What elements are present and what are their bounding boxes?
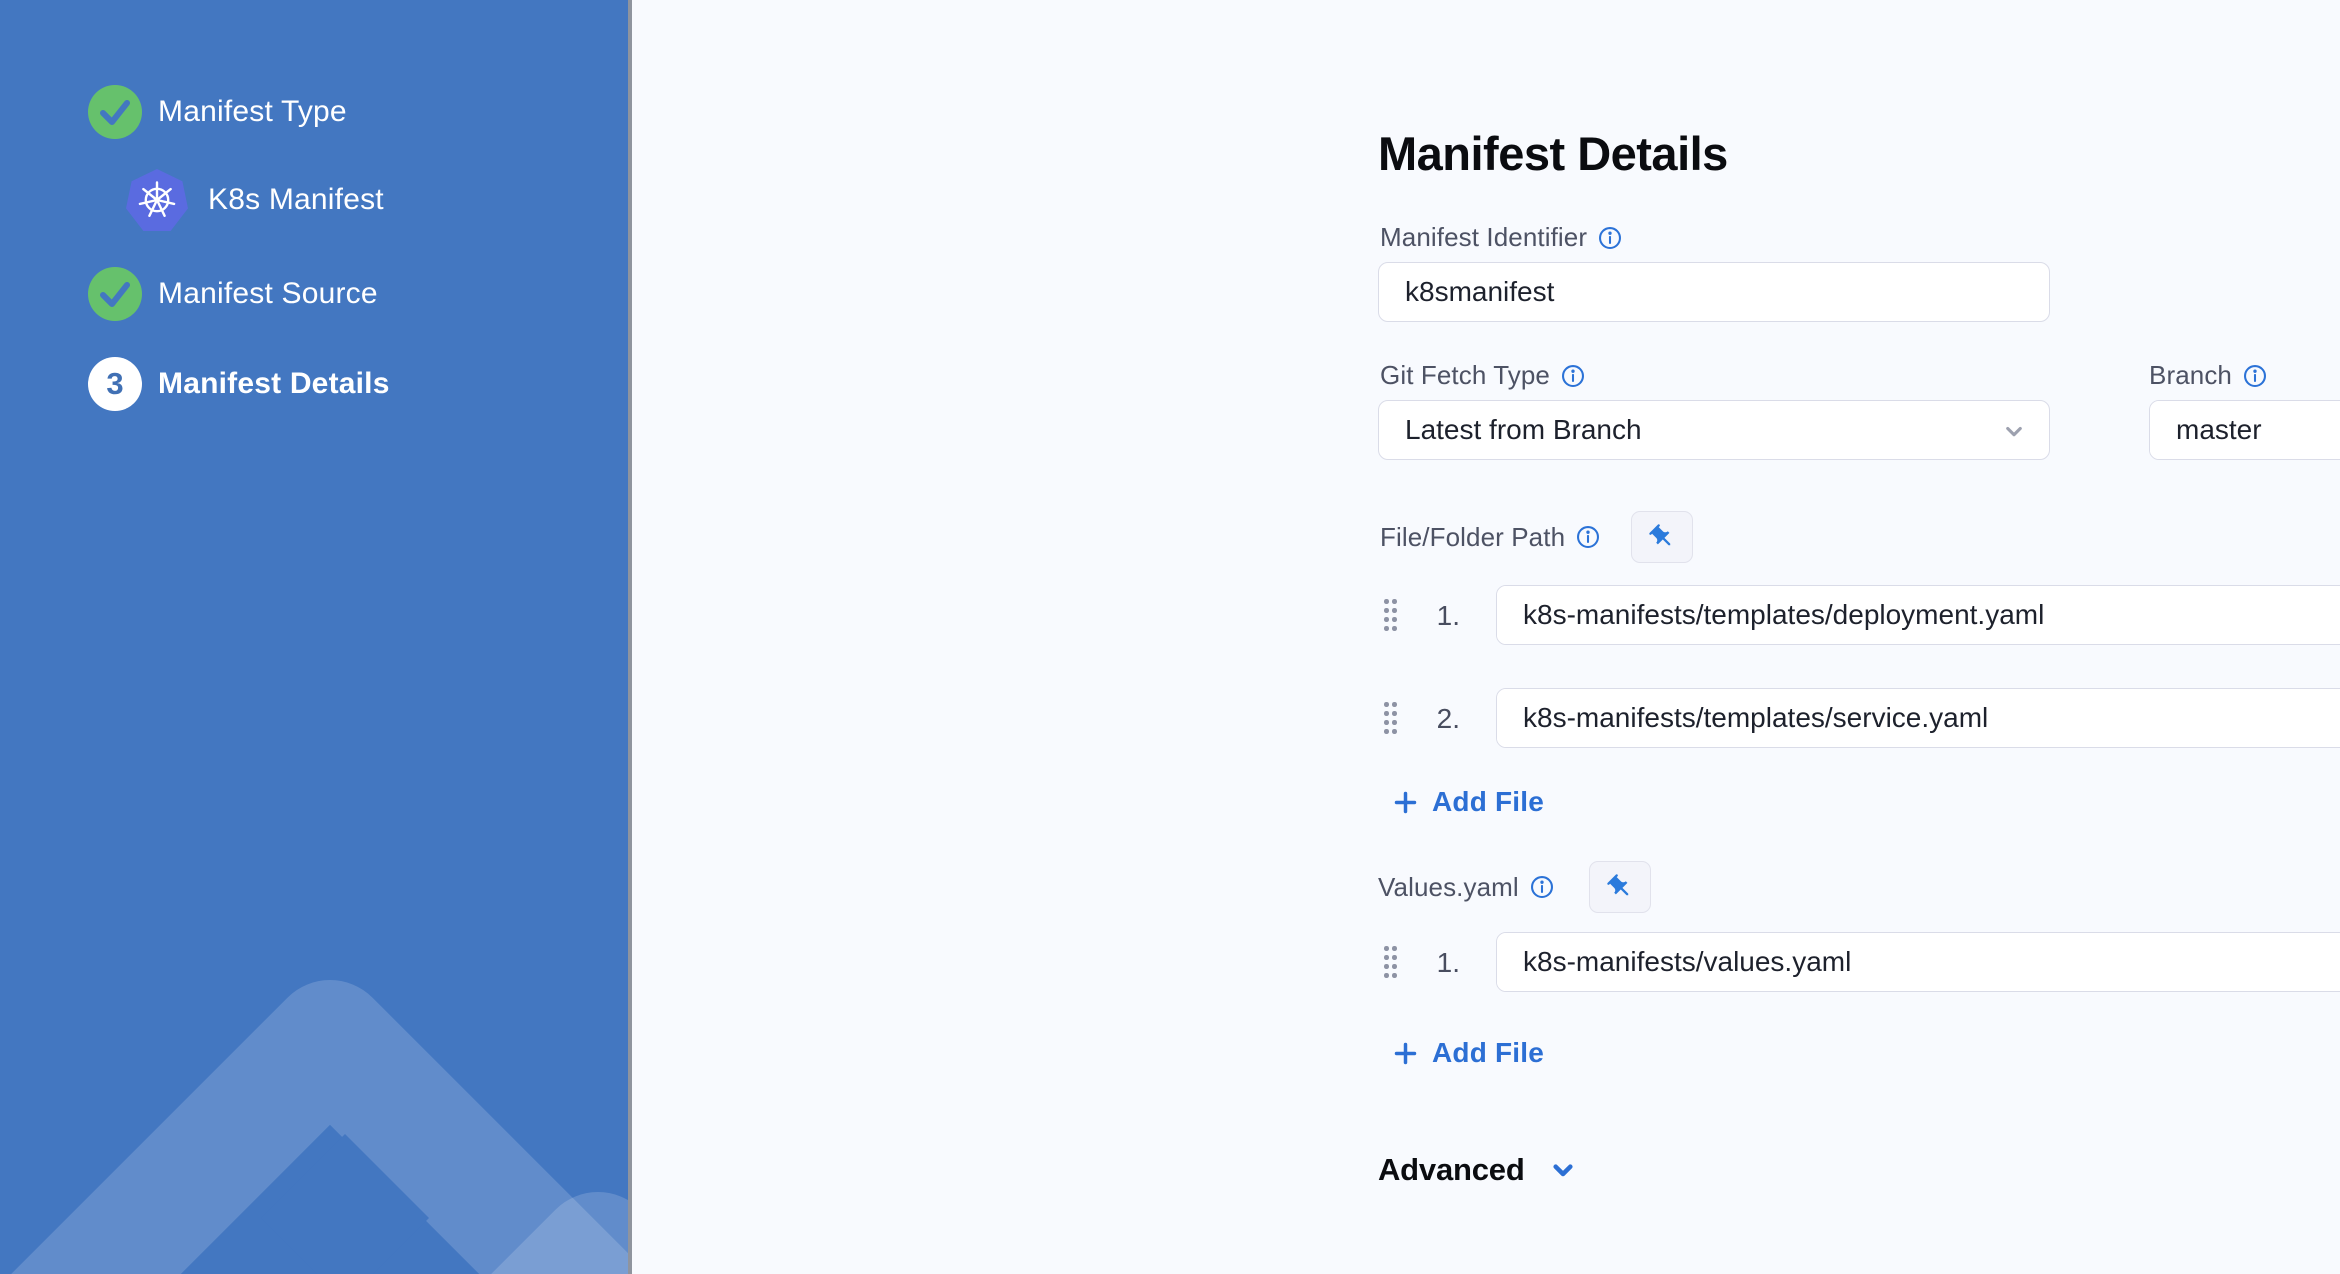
step-complete-check-icon xyxy=(88,85,142,139)
values-path-row xyxy=(1496,932,2340,992)
add-file-button[interactable]: Add File xyxy=(1392,1037,1544,1069)
branch-field xyxy=(2149,400,2340,460)
label-text: Branch xyxy=(2149,360,2232,390)
file-folder-path-header: File/Folder Path xyxy=(1380,511,1694,563)
branch-input[interactable] xyxy=(2150,401,2340,459)
step-label: Manifest Source xyxy=(158,277,378,310)
values-path-input[interactable] xyxy=(1497,933,2340,991)
info-icon[interactable] xyxy=(1529,874,1555,900)
advanced-section-toggle[interactable]: Advanced xyxy=(1378,1152,1579,1188)
label-text: Values.yaml xyxy=(1378,871,1519,902)
values-yaml-header: Values.yaml xyxy=(1378,861,1651,913)
branch-label: Branch xyxy=(2149,360,2268,391)
advanced-label: Advanced xyxy=(1378,1152,1525,1187)
add-file-label: Add File xyxy=(1432,786,1545,817)
chevron-down-icon xyxy=(2006,426,2022,437)
pin-toggle-button[interactable] xyxy=(1588,861,1651,913)
file-path-row xyxy=(1496,688,2340,748)
manifest-identifier-input[interactable] xyxy=(1378,262,2050,322)
values-yaml-label: Values.yaml xyxy=(1378,872,1555,903)
step-complete-check-icon xyxy=(88,267,142,321)
info-icon[interactable] xyxy=(1575,524,1601,550)
plus-icon xyxy=(1394,1042,1417,1064)
file-path-input[interactable] xyxy=(1497,689,2340,747)
git-fetch-type-label: Git Fetch Type xyxy=(1380,360,1586,391)
add-file-button[interactable]: Add File xyxy=(1392,786,1544,818)
drag-handle[interactable] xyxy=(1382,700,1399,736)
manifest-details-form: Manifest Details Manifest Identifier Git… xyxy=(632,0,2340,1274)
wizard-steps-sidebar: Manifest Type K8s Manifest Manifest Sour… xyxy=(0,0,628,1274)
plus-icon xyxy=(1394,791,1417,813)
row-number: 1. xyxy=(1436,947,1460,978)
manifest-details-wizard: Manifest Type K8s Manifest Manifest Sour… xyxy=(0,0,2340,1274)
step-label: Manifest Type xyxy=(158,95,347,128)
row-number: 2. xyxy=(1436,703,1460,734)
kubernetes-icon xyxy=(126,169,188,231)
sidebar-step-manifest-type[interactable]: Manifest Type xyxy=(88,85,347,139)
substep-label: K8s Manifest xyxy=(208,183,384,216)
git-fetch-type-select[interactable]: Latest from Branch xyxy=(1378,400,2050,460)
row-number: 1. xyxy=(1436,600,1460,631)
sidebar-step-manifest-details[interactable]: 3 Manifest Details xyxy=(88,357,390,411)
label-text: Git Fetch Type xyxy=(1380,360,1550,390)
page-title: Manifest Details xyxy=(1378,127,1728,181)
pin-toggle-button[interactable] xyxy=(1631,511,1694,563)
add-file-label: Add File xyxy=(1432,1037,1545,1068)
chevron-down-icon xyxy=(1552,1164,1573,1177)
sidebar-substep-k8s-manifest[interactable]: K8s Manifest xyxy=(126,169,384,231)
selected-option: Latest from Branch xyxy=(1405,414,1642,445)
drag-handle[interactable] xyxy=(1382,944,1399,980)
manifest-identifier-label: Manifest Identifier xyxy=(1380,222,1623,253)
drag-handle[interactable] xyxy=(1382,597,1399,633)
sidebar-step-manifest-source[interactable]: Manifest Source xyxy=(88,267,378,321)
info-icon[interactable] xyxy=(2242,363,2268,389)
label-text: File/Folder Path xyxy=(1380,521,1566,552)
file-folder-path-label: File/Folder Path xyxy=(1380,522,1601,553)
file-path-input[interactable] xyxy=(1497,586,2340,644)
info-icon[interactable] xyxy=(1597,225,1623,251)
label-text: Manifest Identifier xyxy=(1380,222,1588,252)
step-label: Manifest Details xyxy=(158,367,390,400)
file-path-row xyxy=(1496,585,2340,645)
info-icon[interactable] xyxy=(1560,363,1586,389)
step-number-badge: 3 xyxy=(88,357,142,411)
